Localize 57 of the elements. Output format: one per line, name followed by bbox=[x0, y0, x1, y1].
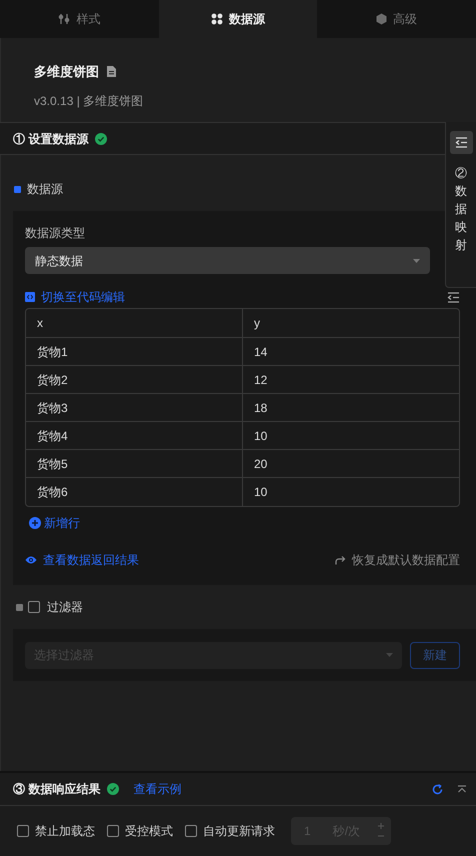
collapse-list-icon[interactable] bbox=[447, 292, 460, 302]
checkbox[interactable] bbox=[185, 825, 197, 837]
refresh-icon[interactable] bbox=[432, 784, 443, 794]
table-cell-text: 货物4 bbox=[36, 428, 69, 444]
collapse-list-icon[interactable] bbox=[454, 137, 468, 148]
checkbox[interactable] bbox=[28, 601, 40, 613]
code-edit-link[interactable]: 切换至代码编辑 bbox=[25, 288, 125, 306]
table-cell-text: 货物1 bbox=[36, 344, 69, 360]
table-cell: 10 bbox=[242, 422, 459, 449]
hexagon-icon bbox=[376, 13, 388, 25]
checkbox[interactable] bbox=[17, 825, 29, 837]
checkbox[interactable] bbox=[107, 825, 119, 837]
filter-label: 过滤器 bbox=[47, 599, 83, 616]
document-icon[interactable] bbox=[107, 66, 116, 78]
table-cell: 10 bbox=[242, 478, 459, 506]
new-button[interactable]: 新建 bbox=[410, 642, 460, 668]
table-cell: 18 bbox=[242, 394, 459, 421]
caret-icon bbox=[413, 258, 420, 262]
column-header: y bbox=[242, 309, 459, 337]
table-cell: 14 bbox=[242, 338, 459, 365]
square-bullet-icon bbox=[14, 186, 21, 192]
table-cell-text: 货物5 bbox=[36, 456, 69, 472]
grid-dots-icon bbox=[211, 13, 223, 25]
field-label: 数据源类型 bbox=[25, 225, 86, 241]
section-label: 数据源 bbox=[27, 181, 63, 198]
option-label: 禁止加载态 bbox=[35, 823, 95, 840]
section-title: ① 设置数据源 bbox=[13, 130, 88, 148]
collapse-button[interactable] bbox=[450, 131, 472, 154]
section-header[interactable]: ① 设置数据源 bbox=[0, 122, 445, 155]
option-label: 受控模式 bbox=[125, 823, 173, 840]
table-cell-text: 货物3 bbox=[36, 400, 69, 416]
component-title: 多维度饼图 bbox=[34, 63, 99, 81]
plus-circle-icon bbox=[29, 517, 41, 529]
side-panel-title[interactable]: ②数据映射 bbox=[455, 164, 467, 254]
table-cell-text: 货物2 bbox=[36, 372, 69, 388]
table-cell-text: 货物6 bbox=[36, 484, 69, 501]
tab[interactable]: 样式 bbox=[0, 0, 159, 38]
code-icon bbox=[25, 292, 35, 302]
sliders-icon bbox=[58, 13, 70, 25]
example-link[interactable]: 查看示例 bbox=[133, 780, 182, 798]
type-select[interactable]: 静态数据 bbox=[25, 247, 430, 274]
option-label: 自动更新请求 bbox=[203, 823, 275, 840]
column-header: x bbox=[36, 315, 44, 332]
redo-icon bbox=[335, 555, 346, 565]
eye-icon bbox=[25, 555, 37, 565]
table-cell: 12 bbox=[242, 366, 459, 393]
add-row-button[interactable]: 新增行 bbox=[29, 514, 80, 532]
view-result-link[interactable]: 查看数据返回结果 bbox=[25, 551, 139, 569]
version-text: v3.0.13 | 多维度饼图 bbox=[34, 92, 144, 110]
collapse-icon[interactable] bbox=[457, 785, 467, 793]
caret-icon bbox=[386, 653, 393, 657]
section-title: ③ 数据响应结果 bbox=[13, 781, 100, 798]
tab[interactable]: 高级 bbox=[317, 0, 476, 38]
section-header[interactable]: ③ 数据响应结果 查看示例 bbox=[0, 773, 476, 806]
restore-button[interactable]: 恢复成默认数据配置 bbox=[335, 551, 460, 569]
square-bullet-icon bbox=[16, 604, 23, 610]
table-cell: 20 bbox=[242, 450, 459, 477]
